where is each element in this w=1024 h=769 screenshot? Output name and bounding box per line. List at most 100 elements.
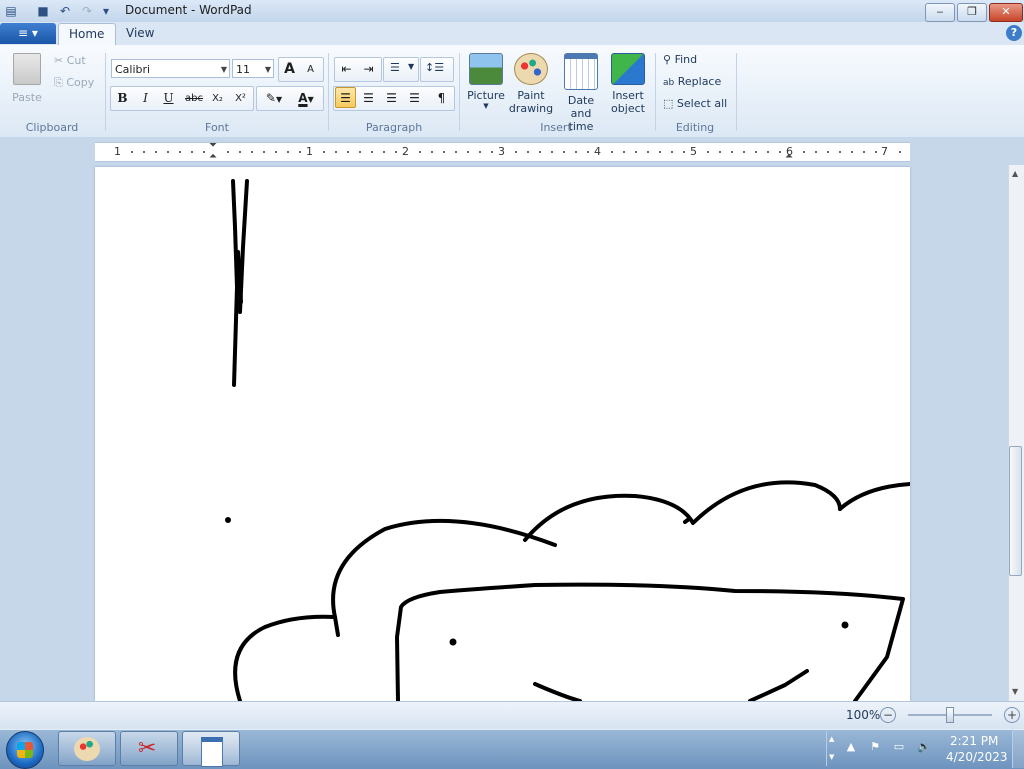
taskbar-wordpad-button[interactable] bbox=[182, 731, 240, 767]
taskbar-paint-button[interactable] bbox=[58, 731, 116, 766]
align-left-icon[interactable]: ☰ bbox=[335, 87, 356, 108]
first-line-indent-marker[interactable]: ⏷ bbox=[209, 140, 217, 151]
save-icon[interactable]: ■ bbox=[35, 3, 51, 19]
network-icon[interactable]: ▭ bbox=[892, 740, 906, 754]
clipboard-group-label: Clipboard bbox=[25, 121, 79, 134]
right-indent-marker[interactable]: ⏶ bbox=[785, 151, 793, 162]
align-center-icon[interactable]: ☰ bbox=[358, 87, 379, 108]
group-separator bbox=[328, 53, 329, 131]
grow-font-button[interactable]: A bbox=[279, 58, 300, 79]
select-all-button[interactable]: ⬚ Select all bbox=[663, 95, 727, 113]
bold-button[interactable]: B bbox=[112, 87, 133, 108]
inserted-paint-drawing[interactable] bbox=[95, 167, 910, 701]
replace-button[interactable]: ab Replace bbox=[663, 73, 721, 91]
ruler-tick bbox=[803, 151, 805, 153]
font-family-select[interactable]: Calibri ▼ bbox=[111, 59, 230, 78]
ruler-tick bbox=[587, 151, 589, 153]
chevron-down-icon: ▼ bbox=[408, 62, 415, 71]
list-button[interactable]: ☰ ▼ bbox=[383, 57, 419, 82]
shrink-font-button[interactable]: A bbox=[300, 58, 321, 79]
close-button[interactable]: ✕ bbox=[989, 3, 1023, 22]
line-spacing-icon: ↕☰ bbox=[425, 61, 445, 74]
font-size-select[interactable]: 11 ▼ bbox=[232, 59, 274, 78]
scroll-thumb[interactable] bbox=[1009, 446, 1022, 576]
copy-button[interactable]: ⎘ Copy bbox=[54, 74, 94, 92]
title-bar: ▤ ■ ↶ ↷ ▾ Document - WordPad ‒ ❐ ✕ bbox=[0, 0, 1024, 23]
ruler-number: 1 bbox=[114, 145, 121, 158]
ruler-tick bbox=[527, 151, 529, 153]
ruler-tick bbox=[755, 151, 757, 153]
ruler-tick bbox=[563, 151, 565, 153]
picture-button[interactable]: Picture ▼ bbox=[462, 51, 510, 117]
ruler-tick bbox=[275, 151, 277, 153]
zoom-slider-thumb[interactable] bbox=[946, 707, 954, 723]
paste-label: Paste bbox=[12, 91, 42, 104]
strikethrough-button[interactable]: abc bbox=[181, 87, 207, 108]
increase-indent-icon[interactable]: ⇥ bbox=[358, 58, 379, 79]
ruler-tick bbox=[467, 151, 469, 153]
paste-button[interactable]: Paste bbox=[10, 51, 44, 115]
italic-button[interactable]: I bbox=[135, 87, 156, 108]
insert-object-button[interactable]: Insert object bbox=[604, 51, 652, 117]
tab-home[interactable]: Home bbox=[58, 23, 116, 45]
restore-button[interactable]: ❐ bbox=[957, 3, 987, 22]
subscript-button[interactable]: X₂ bbox=[207, 87, 228, 108]
drawing-stroke bbox=[231, 179, 239, 387]
paint-drawing-button[interactable]: Paint drawing bbox=[506, 51, 556, 117]
smile-stroke bbox=[748, 669, 809, 701]
find-button[interactable]: ⚲ Find bbox=[663, 51, 697, 69]
underline-button[interactable]: U bbox=[158, 87, 179, 108]
cloud-outline bbox=[233, 518, 557, 701]
minimize-button[interactable]: ‒ bbox=[925, 3, 955, 22]
scroll-up-icon[interactable]: ▲ bbox=[1012, 169, 1018, 178]
superscript-button[interactable]: X² bbox=[230, 87, 251, 108]
ruler-tick bbox=[743, 151, 745, 153]
redo-icon[interactable]: ↷ bbox=[79, 3, 95, 19]
ruler-tick bbox=[287, 151, 289, 153]
ruler-tick bbox=[815, 151, 817, 153]
face-eye-left bbox=[449, 638, 457, 646]
application-menu-button[interactable]: ≡ ▾ bbox=[0, 23, 56, 44]
volume-muted-icon[interactable]: 🔈 bbox=[917, 740, 931, 754]
show-hidden-icons-icon[interactable]: ▲ bbox=[844, 740, 858, 754]
ruler-tick bbox=[491, 151, 493, 153]
zoom-out-icon[interactable]: − bbox=[880, 707, 896, 723]
face-eye-right bbox=[841, 621, 849, 629]
scissors-icon: ✂ bbox=[54, 54, 64, 67]
cut-button[interactable]: ✂ Cut bbox=[54, 52, 86, 70]
clock-date[interactable]: 4/20/2023 bbox=[946, 750, 1008, 764]
document-page[interactable] bbox=[95, 167, 910, 701]
paragraph-settings-icon[interactable]: ¶ bbox=[431, 87, 452, 108]
action-center-icon[interactable]: ⚑ bbox=[868, 740, 882, 754]
scroll-down-icon[interactable]: ▼ bbox=[1012, 687, 1018, 696]
insert-group-label: Insert bbox=[540, 121, 572, 134]
group-separator bbox=[105, 53, 106, 131]
taskbar-snipping-tool-button[interactable]: ✂ bbox=[120, 731, 178, 766]
show-desktop-button[interactable] bbox=[1012, 729, 1024, 768]
ruler[interactable]: 1 1 2 3 4 5 6 7 ⏷ ⏶ ⏶ bbox=[95, 140, 910, 162]
line-spacing-button[interactable]: ↕☰ bbox=[420, 57, 454, 82]
clock-time[interactable]: 2:21 PM bbox=[950, 734, 998, 748]
taskbar-scroll-icon[interactable]: ▲ ▼ bbox=[826, 731, 837, 766]
tab-view[interactable]: View bbox=[116, 23, 164, 44]
date-and-time-button[interactable]: Date and time bbox=[556, 51, 606, 133]
start-button[interactable] bbox=[6, 731, 44, 769]
font-color-button[interactable]: A▼ bbox=[291, 87, 321, 108]
decrease-indent-icon[interactable]: ⇤ bbox=[336, 58, 357, 79]
highlight-color-button[interactable]: ✎▼ bbox=[259, 87, 289, 108]
help-icon[interactable]: ? bbox=[1006, 25, 1022, 41]
window-title: Document - WordPad bbox=[125, 3, 252, 17]
zoom-in-icon[interactable]: + bbox=[1004, 707, 1020, 723]
undo-icon[interactable]: ↶ bbox=[57, 3, 73, 19]
align-right-icon[interactable]: ☰ bbox=[381, 87, 402, 108]
ruler-number: 5 bbox=[690, 145, 697, 158]
ruler-tick bbox=[443, 151, 445, 153]
ruler-tick bbox=[683, 151, 685, 153]
customize-quick-access-icon[interactable]: ▾ bbox=[98, 3, 114, 19]
picture-label: Picture bbox=[467, 89, 505, 102]
justify-icon[interactable]: ☰ bbox=[404, 87, 425, 108]
ruler-tick bbox=[419, 151, 421, 153]
vertical-scrollbar[interactable]: ▲ ▼ bbox=[1008, 165, 1024, 701]
left-indent-marker[interactable]: ⏶ bbox=[209, 151, 217, 162]
wordpad-app-icon[interactable]: ▤ bbox=[3, 3, 19, 19]
